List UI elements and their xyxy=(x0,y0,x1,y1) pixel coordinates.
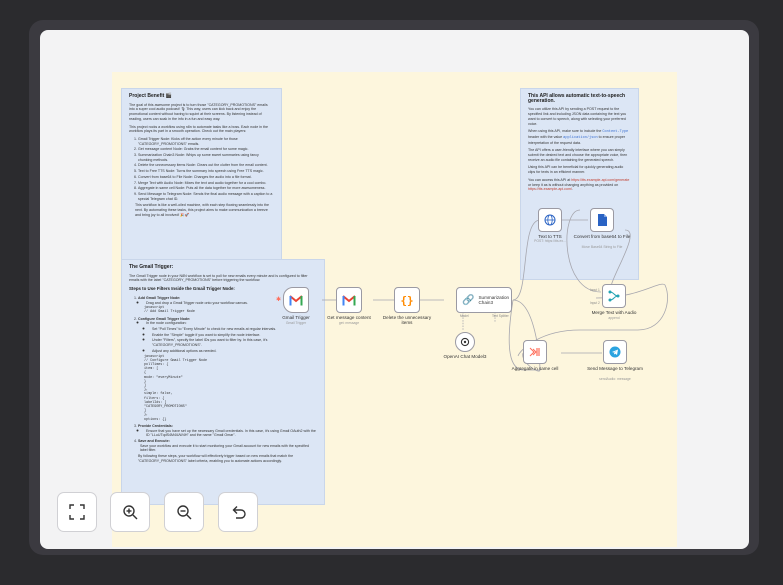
undo-icon xyxy=(232,506,246,519)
chain-link-icon: 🔗 xyxy=(462,294,475,306)
gmail-icon xyxy=(342,294,356,305)
telegram-icon xyxy=(609,346,621,358)
summarization-label: Summarization Chain3 xyxy=(478,294,510,305)
port-label-text-splitter: Text Splitter xyxy=(492,314,509,318)
zoom-in-button[interactable] xyxy=(110,492,150,532)
text-to-tts-node[interactable] xyxy=(538,208,562,232)
port-label-input-2: Input 2 xyxy=(590,301,600,305)
aggregate-icon xyxy=(529,347,540,357)
telegram-sub: sendAudio: message xyxy=(599,377,631,381)
convert-to-file-label: Convert from base64 to File xyxy=(573,234,631,239)
code-braces-icon: {} xyxy=(400,293,414,307)
openai-label: OpenAI Chat Model3 xyxy=(443,354,487,359)
file-icon xyxy=(597,214,607,226)
zoom-out-button[interactable] xyxy=(164,492,204,532)
delete-items-label: Delete the unnecessary items xyxy=(382,315,432,326)
workflow-canvas[interactable]: Project Benefit 🎬 The goal of this aweso… xyxy=(40,30,749,549)
gmail-trigger-label: Gmail Trigger xyxy=(282,315,310,320)
merge-label: Merge Text with Audio xyxy=(591,310,637,315)
telegram-node[interactable] xyxy=(603,340,627,364)
merge-sub: append xyxy=(608,316,620,320)
gmail-trigger-node[interactable] xyxy=(283,287,309,313)
openai-node[interactable] xyxy=(455,332,475,352)
get-message-node[interactable] xyxy=(336,287,362,313)
reset-zoom-button[interactable] xyxy=(218,492,258,532)
gmail-icon xyxy=(289,294,303,306)
fit-view-button[interactable] xyxy=(57,492,97,532)
gmail-trigger-sub: Gmail Trigger xyxy=(285,321,307,325)
globe-icon xyxy=(544,214,556,226)
port-label-input-1: Input 1 xyxy=(590,288,600,292)
text-to-tts-sub: POST: https://tts.ex... xyxy=(534,239,566,243)
summarization-node[interactable]: 🔗 Summarization Chain3 xyxy=(456,287,512,313)
convert-to-file-node[interactable] xyxy=(590,208,614,232)
telegram-label: Send Message to Telegram xyxy=(587,366,643,371)
aggregate-label: Aggregate in same cell xyxy=(511,366,559,371)
aggregate-node[interactable] xyxy=(523,340,547,364)
port-label-model: Model xyxy=(460,314,469,318)
delete-items-node[interactable]: {} xyxy=(394,287,420,313)
zoom-in-icon xyxy=(123,505,138,520)
merge-node[interactable] xyxy=(602,284,626,308)
merge-icon xyxy=(608,290,620,302)
zoom-out-icon xyxy=(177,505,192,520)
get-message-label: Get message content xyxy=(327,315,371,320)
fit-view-icon xyxy=(69,504,85,520)
convert-to-file-sub: Move Base64 String to File xyxy=(581,245,623,249)
openai-icon xyxy=(460,337,470,347)
get-message-sub: get: message xyxy=(338,321,360,325)
trigger-bolt-icon: ✱ xyxy=(276,297,282,303)
